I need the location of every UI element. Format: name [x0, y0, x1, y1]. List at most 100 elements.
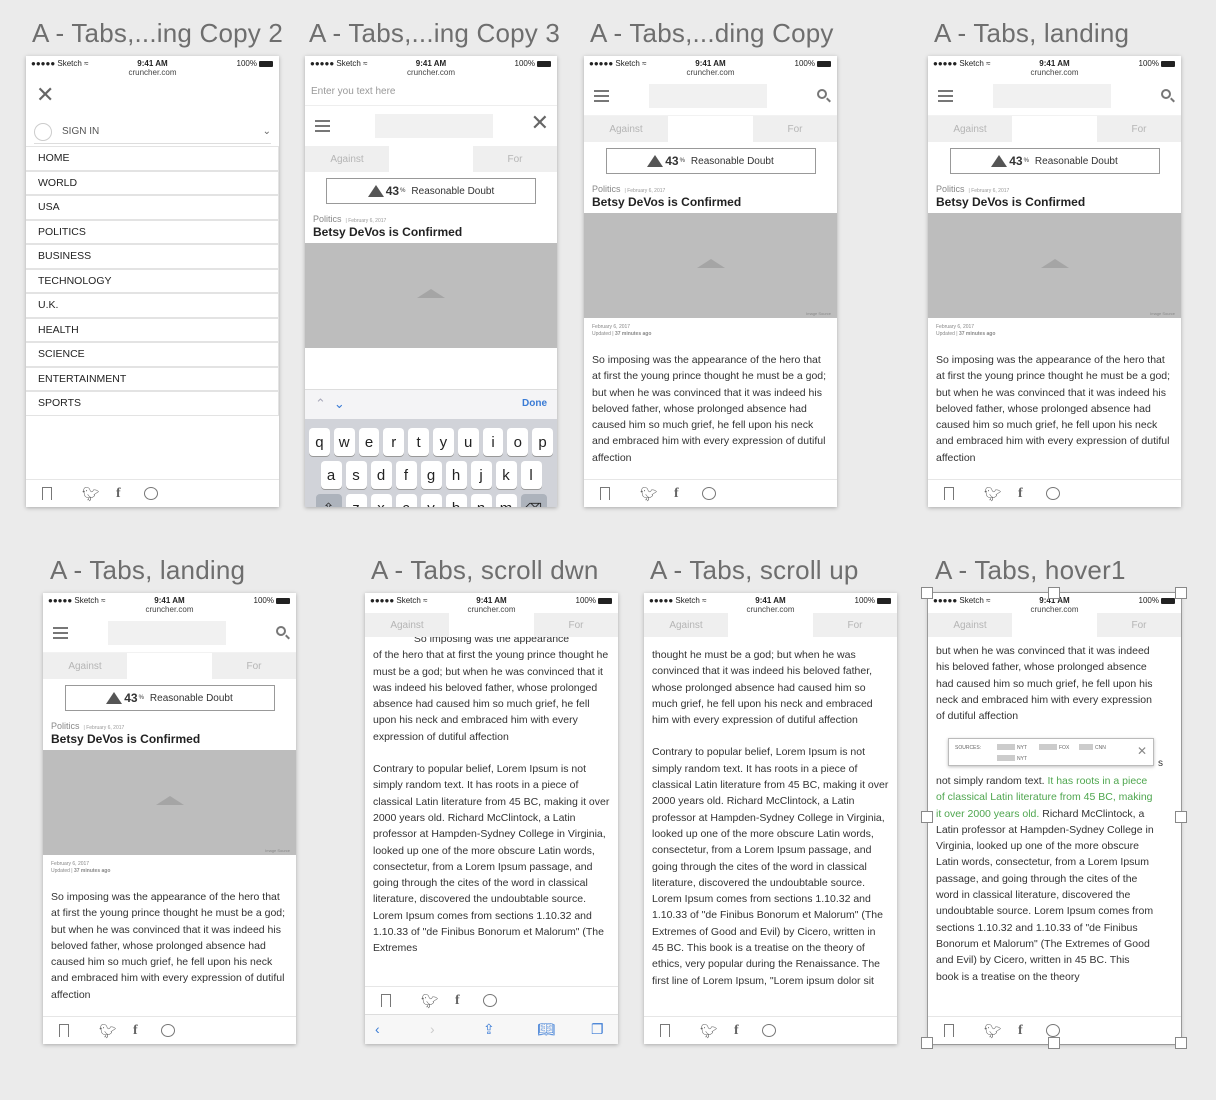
key-y[interactable]: y: [433, 428, 454, 456]
close-icon[interactable]: ✕: [531, 112, 549, 134]
share-icon[interactable]: ⇪: [483, 1021, 495, 1038]
doubt-meter[interactable]: 43% Reasonable Doubt: [326, 178, 536, 204]
category-label[interactable]: Politics: [313, 214, 342, 224]
bookmark-icon[interactable]: [42, 487, 52, 503]
hamburger-icon[interactable]: [315, 120, 330, 132]
facebook-icon[interactable]: f: [116, 486, 121, 502]
twitter-icon[interactable]: 🐦︎: [421, 993, 439, 1010]
tab-against[interactable]: Against: [644, 613, 728, 637]
url-text[interactable]: cruncher.com: [365, 605, 618, 614]
search-field[interactable]: [108, 621, 226, 645]
hamburger-icon[interactable]: [938, 90, 953, 102]
twitter-icon[interactable]: 🐦︎: [640, 486, 658, 503]
menu-item-sports[interactable]: SPORTS: [26, 391, 279, 416]
bookmark-icon[interactable]: [600, 487, 610, 503]
image-source[interactable]: Image Source: [1150, 311, 1175, 316]
artboard-title[interactable]: A - Tabs, landing: [50, 555, 245, 586]
bookmark-icon[interactable]: [381, 994, 391, 1010]
doubt-meter[interactable]: 43% Reasonable Doubt: [949, 148, 1160, 174]
doubt-meter[interactable]: 43% Reasonable Doubt: [605, 148, 816, 174]
key-s[interactable]: s: [345, 461, 367, 489]
bookmarks-icon[interactable]: 📖︎: [537, 1021, 555, 1038]
menu-item-science[interactable]: SCIENCE: [26, 342, 279, 367]
tab-for[interactable]: For: [534, 613, 618, 637]
key-i[interactable]: i: [482, 428, 504, 456]
comment-icon[interactable]: [1046, 487, 1060, 500]
twitter-icon[interactable]: 🐦︎: [99, 1023, 117, 1040]
tab-for[interactable]: For: [212, 653, 296, 679]
key-j[interactable]: j: [470, 461, 492, 489]
twitter-icon[interactable]: 🐦︎: [82, 486, 100, 503]
twitter-icon[interactable]: 🐦︎: [984, 486, 1002, 503]
comment-icon[interactable]: [144, 487, 158, 500]
resize-handle[interactable]: [1175, 1037, 1187, 1049]
back-icon[interactable]: ‹: [375, 1021, 380, 1037]
key-w[interactable]: w: [333, 428, 355, 456]
facebook-icon[interactable]: f: [1018, 486, 1023, 502]
search-icon[interactable]: [817, 89, 827, 99]
key-g[interactable]: g: [420, 461, 442, 489]
comment-icon[interactable]: [483, 994, 497, 1007]
key-e[interactable]: e: [358, 428, 380, 456]
search-field[interactable]: [375, 114, 493, 138]
url-text[interactable]: cruncher.com: [26, 68, 279, 77]
key-d[interactable]: d: [370, 461, 392, 489]
twitter-icon[interactable]: 🐦︎: [700, 1023, 718, 1040]
tab-against[interactable]: Against: [365, 613, 449, 637]
resize-handle[interactable]: [1175, 587, 1187, 599]
artboard-title[interactable]: A - Tabs,...ing Copy 3: [309, 18, 560, 49]
key-r[interactable]: r: [383, 428, 405, 456]
article-headline[interactable]: Betsy DeVos is Confirmed: [936, 195, 1173, 209]
key-x[interactable]: x: [370, 494, 392, 507]
done-button[interactable]: Done: [522, 398, 547, 409]
resize-handle[interactable]: [1048, 587, 1060, 599]
key-b[interactable]: b: [445, 494, 467, 507]
facebook-icon[interactable]: f: [734, 1023, 739, 1039]
category-label[interactable]: Politics: [51, 721, 80, 731]
comment-icon[interactable]: [702, 487, 716, 500]
tab-neutral[interactable]: [389, 146, 473, 172]
menu-item-world[interactable]: WORLD: [26, 170, 279, 195]
menu-item-home[interactable]: HOME: [26, 146, 279, 171]
key-t[interactable]: t: [408, 428, 429, 456]
image-source[interactable]: Image Source: [806, 311, 831, 316]
url-text[interactable]: cruncher.com: [305, 68, 557, 77]
field-nav-arrows[interactable]: ⌃⌄: [315, 396, 353, 412]
tab-for[interactable]: For: [813, 613, 897, 637]
doubt-meter[interactable]: 43% Reasonable Doubt: [64, 685, 275, 711]
tab-against[interactable]: Against: [584, 116, 668, 142]
article-headline[interactable]: Betsy DeVos is Confirmed: [592, 195, 829, 209]
key-n[interactable]: n: [470, 494, 492, 507]
tab-neutral[interactable]: [728, 613, 813, 637]
forward-icon[interactable]: ›: [430, 1021, 435, 1037]
key-o[interactable]: o: [507, 428, 529, 456]
artboard-title[interactable]: A - Tabs, hover1: [935, 555, 1126, 586]
menu-item-usa[interactable]: USA: [26, 195, 279, 220]
bookmark-icon[interactable]: [660, 1024, 670, 1040]
key-v[interactable]: v: [420, 494, 442, 507]
article-headline[interactable]: Betsy DeVos is Confirmed: [313, 225, 549, 239]
tab-neutral[interactable]: [1012, 116, 1097, 142]
category-label[interactable]: Politics: [936, 184, 965, 194]
key-p[interactable]: p: [532, 428, 553, 456]
url-text[interactable]: cruncher.com: [644, 605, 897, 614]
tab-neutral[interactable]: [449, 613, 534, 637]
tab-for[interactable]: For: [473, 146, 557, 172]
key-h[interactable]: h: [445, 461, 467, 489]
menu-item-uk[interactable]: U.K.: [26, 293, 279, 318]
comment-icon[interactable]: [161, 1024, 175, 1037]
tab-against[interactable]: Against: [43, 653, 127, 679]
tab-neutral[interactable]: [127, 653, 212, 679]
menu-item-business[interactable]: BUSINESS: [26, 244, 279, 269]
artboard-title[interactable]: A - Tabs, scroll up: [650, 555, 859, 586]
tab-for[interactable]: For: [1097, 116, 1181, 142]
menu-item-health[interactable]: HEALTH: [26, 317, 279, 342]
resize-handle[interactable]: [1048, 1037, 1060, 1049]
artboard-title[interactable]: A - Tabs, landing: [934, 18, 1129, 49]
facebook-icon[interactable]: f: [133, 1023, 138, 1039]
key-k[interactable]: k: [495, 461, 517, 489]
facebook-icon[interactable]: f: [455, 993, 460, 1009]
tab-against[interactable]: Against: [928, 116, 1012, 142]
key-a[interactable]: a: [320, 461, 342, 489]
sign-in-row[interactable]: SIGN IN ⌄: [34, 120, 271, 144]
